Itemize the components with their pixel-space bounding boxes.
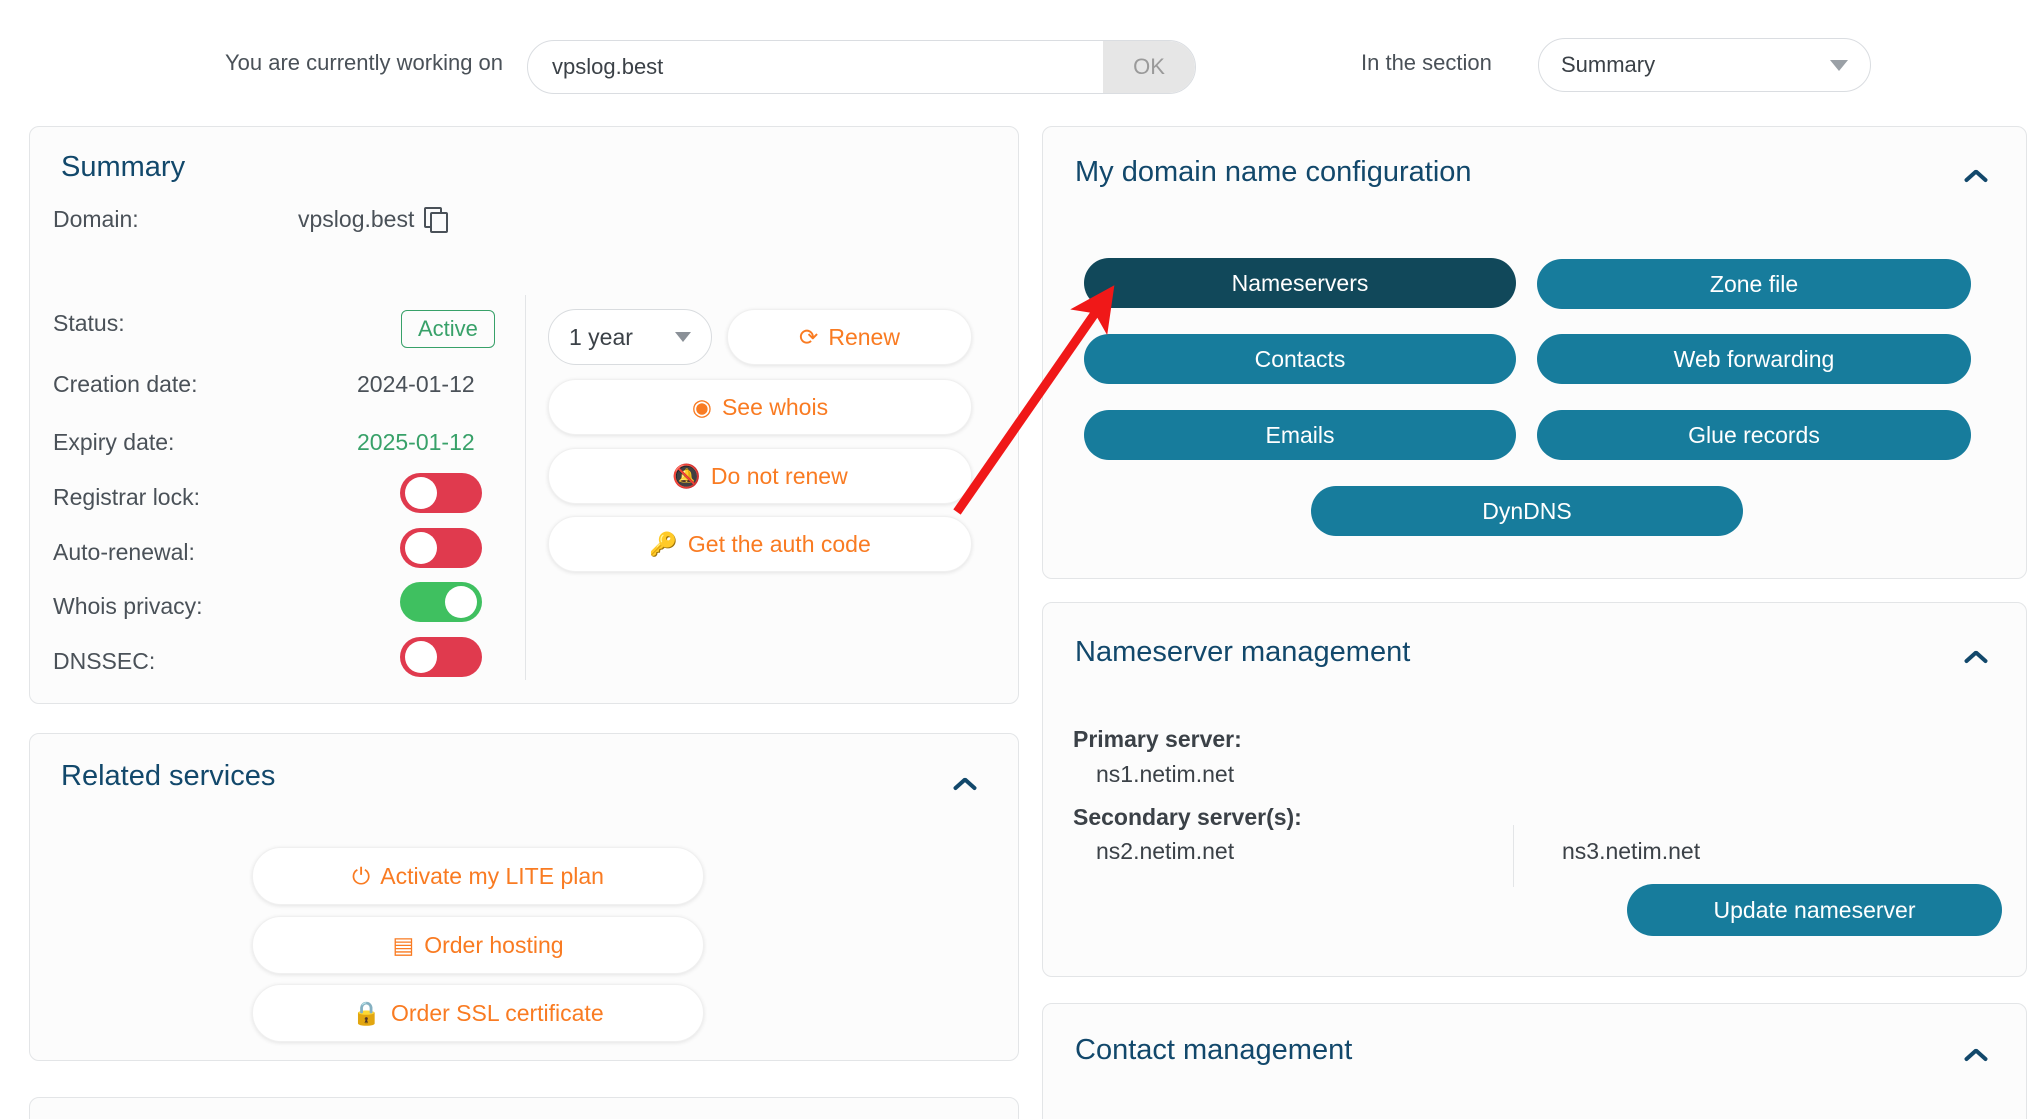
expiry-date-value: 2025-01-12 [357,429,475,456]
domain-ok-button[interactable]: OK [1103,41,1195,93]
bell-slash-icon: 🔕 [672,465,701,488]
whois-privacy-label: Whois privacy: [53,593,203,620]
key-icon: 🔑 [649,533,678,556]
registrar-lock-toggle[interactable] [400,473,482,513]
dyndns-button[interactable]: DynDNS [1311,486,1743,536]
see-whois-label: See whois [722,394,828,421]
server-icon: ▤ [392,934,414,957]
working-on-label: You are currently working on [225,50,503,76]
registrar-lock-label: Registrar lock: [53,484,200,511]
top-toolbar: You are currently working on OK In the s… [0,0,2044,110]
domain-search-input[interactable] [528,41,1103,93]
secondary-server-value-1: ns2.netim.net [1096,838,1234,865]
auto-renewal-label: Auto-renewal: [53,539,195,566]
domain-management-page: You are currently working on OK In the s… [0,0,2044,1119]
glue-records-button[interactable]: Glue records [1537,410,1971,460]
activate-lite-label: Activate my LITE plan [380,863,604,890]
zone-file-label: Zone file [1710,271,1798,298]
domain-configuration-collapse-icon[interactable] [1963,167,1989,183]
do-not-renew-label: Do not renew [711,463,848,490]
secondary-server-value-2: ns3.netim.net [1562,838,1700,865]
nameservers-button[interactable]: Nameservers [1084,258,1516,308]
primary-server-value: ns1.netim.net [1096,761,1234,788]
related-services-title: Related services [61,760,275,793]
domain-search-group: OK [527,40,1196,94]
nameserver-management-title: Nameserver management [1075,636,1410,669]
section-select[interactable]: Summary [1538,38,1871,92]
summary-panel-title: Summary [61,151,185,184]
chevron-down-icon [675,332,691,342]
activate-lite-plan-button[interactable]: ⏻ Activate my LITE plan [252,847,704,905]
see-whois-button[interactable]: ◉ See whois [548,379,972,435]
contacts-button[interactable]: Contacts [1084,334,1516,384]
summary-divider [525,295,526,680]
emails-button[interactable]: Emails [1084,410,1516,460]
contact-management-collapse-icon[interactable] [1963,1046,1989,1062]
update-nameserver-button[interactable]: Update nameserver [1627,884,2002,936]
contacts-label: Contacts [1255,346,1346,373]
domain-configuration-title: My domain name configuration [1075,156,1472,189]
auth-code-label: Get the auth code [688,531,871,558]
order-ssl-button[interactable]: 🔒 Order SSL certificate [252,984,704,1042]
copy-icon[interactable] [424,207,446,231]
do-not-renew-button[interactable]: 🔕 Do not renew [548,448,972,504]
emails-label: Emails [1265,422,1334,449]
domain-label: Domain: [53,206,139,233]
get-auth-code-button[interactable]: 🔑 Get the auth code [548,516,972,572]
auto-renewal-toggle[interactable] [400,528,482,568]
nameserver-divider [1513,825,1514,887]
primary-server-label: Primary server: [1073,726,1242,753]
dnssec-label: DNSSEC: [53,648,155,675]
nameserver-management-collapse-icon[interactable] [1963,648,1989,664]
toggle-knob [405,532,437,564]
dyndns-label: DynDNS [1482,498,1571,525]
lock-icon: 🔒 [352,1002,381,1025]
related-services-collapse-icon[interactable] [952,775,978,791]
chevron-down-icon [1830,60,1848,71]
renew-duration-select[interactable]: 1 year [548,309,712,365]
domain-value: vpslog.best [298,206,414,232]
order-ssl-label: Order SSL certificate [391,1000,604,1027]
zone-file-button[interactable]: Zone file [1537,259,1971,309]
glue-records-label: Glue records [1688,422,1820,449]
domain-value-group: vpslog.best [298,206,446,233]
creation-date-label: Creation date: [53,371,197,398]
expiry-date-label: Expiry date: [53,429,174,456]
dnssec-toggle[interactable] [400,637,482,677]
toggle-knob [405,641,437,673]
secondary-server-label: Secondary server(s): [1073,804,1302,831]
toggle-knob [445,586,477,618]
eye-icon: ◉ [692,396,712,419]
creation-date-value: 2024-01-12 [357,371,475,398]
web-forwarding-button[interactable]: Web forwarding [1537,334,1971,384]
renew-button[interactable]: ⟳ Renew [727,309,972,365]
whois-privacy-toggle[interactable] [400,582,482,622]
order-hosting-button[interactable]: ▤ Order hosting [252,916,704,974]
toggle-knob [405,477,437,509]
order-hosting-label: Order hosting [424,932,563,959]
status-label: Status: [53,310,125,337]
section-select-value: Summary [1561,52,1830,78]
web-forwarding-label: Web forwarding [1674,346,1835,373]
contact-management-title: Contact management [1075,1034,1352,1067]
renew-button-label: Renew [828,324,900,351]
refresh-icon: ⟳ [799,326,818,349]
status-badge: Active [401,310,495,348]
bottom-partial-panel [29,1097,1019,1119]
section-label: In the section [1361,50,1492,76]
nameservers-label: Nameservers [1232,270,1369,297]
power-icon: ⏻ [352,865,370,888]
renew-duration-value: 1 year [569,324,675,351]
